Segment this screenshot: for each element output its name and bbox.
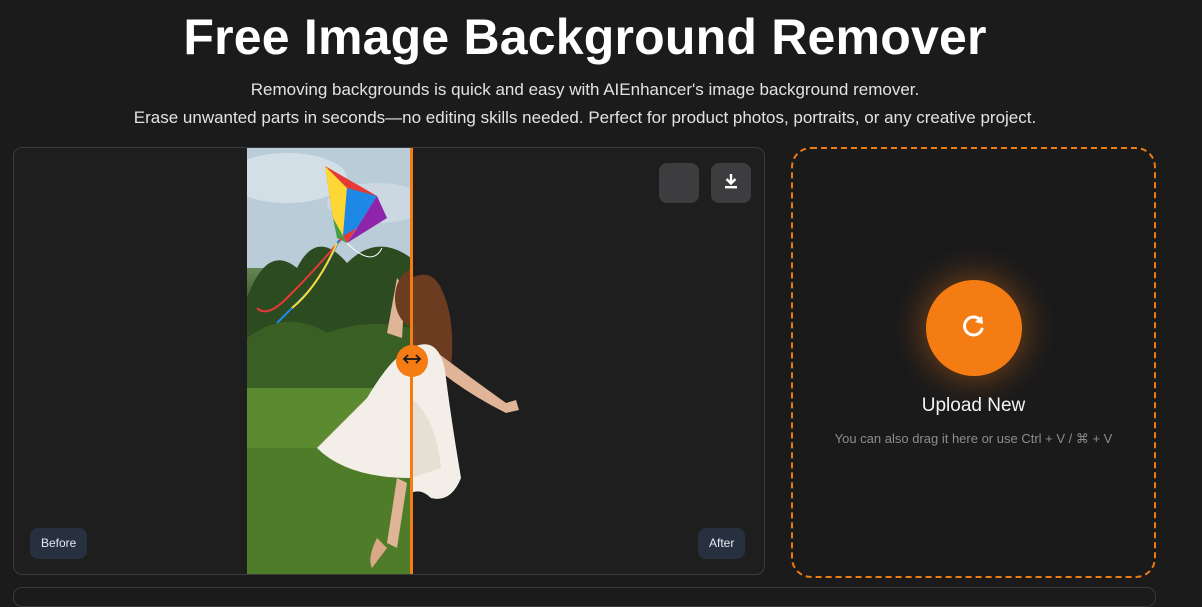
- page-title: Free Image Background Remover: [183, 9, 987, 65]
- page-subtitle-line-2: Erase unwanted parts in seconds—no editi…: [133, 108, 1037, 127]
- before-after-comparison[interactable]: Before After: [13, 147, 765, 575]
- comparison-slider-handle[interactable]: [396, 345, 428, 377]
- upload-dropzone[interactable]: Upload New You can also drag it here or …: [791, 147, 1156, 578]
- split-arrows-icon: [402, 352, 422, 370]
- page-subtitle-line-1: Removing backgrounds is quick and easy w…: [250, 80, 920, 99]
- before-photo: [247, 148, 411, 574]
- upload-hint: You can also drag it here or use Ctrl + …: [834, 431, 1113, 446]
- background-color-button[interactable]: [659, 163, 699, 203]
- upload-new-button[interactable]: [926, 280, 1022, 376]
- download-button[interactable]: [711, 163, 751, 203]
- download-icon: [722, 172, 740, 195]
- before-label: Before: [30, 528, 88, 559]
- after-label: After: [698, 528, 746, 559]
- refresh-icon: [961, 313, 987, 344]
- next-panel-edge: [13, 587, 1156, 607]
- after-cutout-photo: [411, 148, 611, 574]
- upload-title: Upload New: [921, 395, 1026, 416]
